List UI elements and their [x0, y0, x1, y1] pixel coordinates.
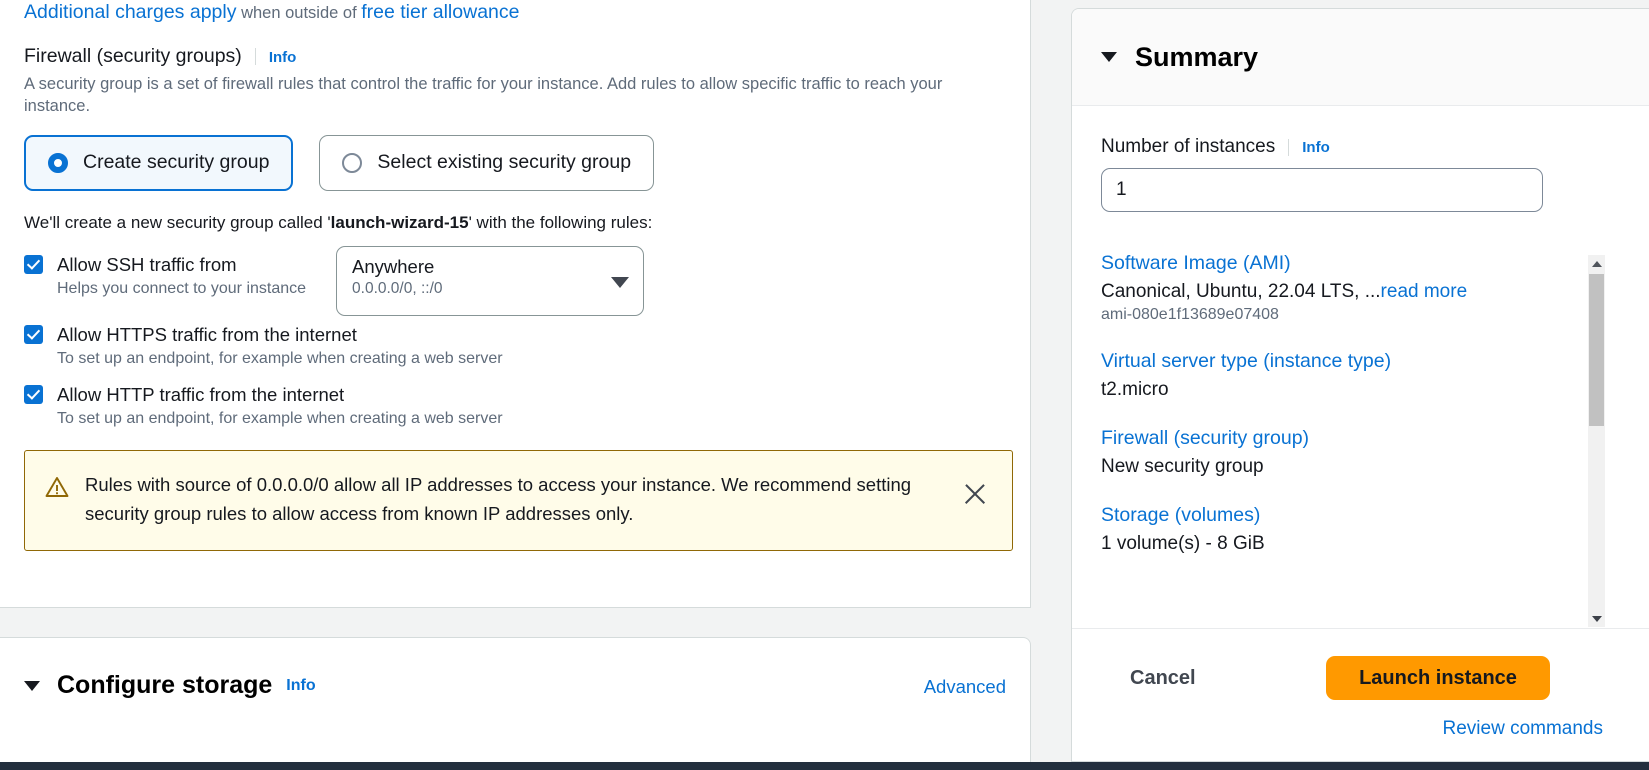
- free-tier-allowance-link[interactable]: free tier allowance: [361, 1, 519, 23]
- checkbox-allow-http[interactable]: [24, 385, 43, 405]
- summary-value-instance-type: t2.micro: [1101, 379, 1169, 400]
- firewall-description: A security group is a set of firewall ru…: [24, 75, 943, 115]
- note-suffix: ' with the following rules:: [468, 212, 653, 232]
- summary-value-software-image: Canonical, Ubuntu, 22.04 LTS, ...read mo…: [1101, 281, 1600, 303]
- rule-https-left: Allow HTTPS traffic from the internet To…: [24, 324, 503, 368]
- summary-title: Summary: [1135, 41, 1259, 72]
- bottom-bar: [0, 762, 1649, 770]
- summary-link-instance-type[interactable]: Virtual server type (instance type): [1101, 350, 1600, 373]
- radio-button-create-security-group[interactable]: [48, 152, 68, 173]
- number-of-instances-label-row: Number of instances Info: [1101, 136, 1620, 158]
- free-tier-notice: Additional charges apply when outside of…: [24, 1, 1006, 24]
- security-warning-alert: Rules with source of 0.0.0.0/0 allow all…: [24, 449, 1013, 552]
- rule-ssh-subtitle: Helps you connect to your instance: [57, 279, 307, 297]
- number-of-instances-input[interactable]: [1101, 168, 1543, 212]
- main-content-column: Additional charges apply when outside of…: [0, 0, 1031, 770]
- configure-storage-card: Configure storage Info Advanced: [0, 637, 1031, 770]
- summary-item-storage: Storage (volumes) 1 volume(s) - 8 GiB: [1101, 504, 1600, 555]
- summary-body: Number of instances Info: [1072, 106, 1649, 212]
- close-icon[interactable]: [962, 481, 988, 507]
- checkbox-allow-https[interactable]: [24, 325, 43, 345]
- number-of-instances-label: Number of instances: [1101, 136, 1276, 157]
- summary-value-storage: 1 volume(s) - 8 GiB: [1101, 533, 1265, 554]
- summary-panel: Summary Number of instances Info Softwar…: [1071, 8, 1649, 762]
- rule-http-subtitle: To set up an endpoint, for example when …: [57, 409, 503, 427]
- summary-ami-id: ami-080e1f13689e07408: [1101, 306, 1279, 323]
- summary-link-software-image[interactable]: Software Image (AMI): [1101, 252, 1600, 275]
- note-prefix: We'll create a new security group called…: [24, 212, 331, 232]
- summary-value-firewall: New security group: [1101, 456, 1264, 477]
- summary-details-list: Software Image (AMI) Canonical, Ubuntu, …: [1101, 252, 1600, 627]
- rule-http-checkbox-row[interactable]: Allow HTTP traffic from the internet: [24, 384, 503, 406]
- label-divider: [1288, 138, 1290, 156]
- configure-storage-info-link[interactable]: Info: [286, 677, 315, 695]
- firewall-card: Additional charges apply when outside of…: [0, 0, 1031, 608]
- rule-http-title: Allow HTTP traffic from the internet: [57, 383, 345, 405]
- cancel-button[interactable]: Cancel: [1130, 667, 1196, 690]
- rule-https-title: Allow HTTPS traffic from the internet: [57, 323, 357, 345]
- rule-https-checkbox-row[interactable]: Allow HTTPS traffic from the internet: [24, 324, 503, 346]
- rule-row-https: Allow HTTPS traffic from the internet To…: [24, 324, 1006, 368]
- rule-row-ssh: Allow SSH traffic from Helps you connect…: [24, 245, 1006, 316]
- radio-tile-select-existing-security-group[interactable]: Select existing security group: [319, 134, 655, 191]
- firewall-info-link[interactable]: Info: [269, 49, 297, 66]
- summary-item-instance-type: Virtual server type (instance type) t2.m…: [1101, 350, 1600, 401]
- radio-button-select-existing-security-group[interactable]: [342, 152, 363, 173]
- security-group-name: launch-wizard-15: [330, 212, 469, 232]
- rule-ssh-title: Allow SSH traffic from: [57, 253, 237, 275]
- chevron-down-icon[interactable]: [24, 680, 40, 691]
- security-group-mode-radio-group: Create security group Select existing se…: [24, 134, 1006, 191]
- additional-charges-link[interactable]: Additional charges apply: [24, 1, 236, 23]
- summary-header[interactable]: Summary: [1072, 9, 1649, 106]
- checkbox-allow-ssh[interactable]: [24, 255, 43, 275]
- rule-ssh-left: Allow SSH traffic from Helps you connect…: [24, 254, 306, 298]
- rule-row-http: Allow HTTP traffic from the internet To …: [24, 384, 1006, 428]
- security-warning-text: Rules with source of 0.0.0.0/0 allow all…: [85, 473, 912, 524]
- configure-storage-title: Configure storage: [57, 671, 273, 699]
- warning-triangle-icon: [45, 475, 69, 499]
- radio-tile-create-security-group[interactable]: Create security group: [24, 134, 294, 191]
- launch-instance-button[interactable]: Launch instance: [1326, 656, 1550, 700]
- ssh-source-select-value: Anywhere: [352, 255, 435, 277]
- summary-scrollbar[interactable]: [1588, 255, 1605, 627]
- ssh-source-select[interactable]: Anywhere 0.0.0.0/0, ::/0: [336, 245, 645, 316]
- review-commands-link[interactable]: Review commands: [1443, 718, 1604, 740]
- ssh-source-select-cidr: 0.0.0.0/0, ::/0: [352, 279, 443, 297]
- rule-http-left: Allow HTTP traffic from the internet To …: [24, 384, 503, 428]
- label-divider: [254, 48, 256, 65]
- summary-footer: Cancel Launch instance Review commands: [1072, 628, 1649, 761]
- ec2-launch-instance-page: Additional charges apply when outside of…: [0, 0, 1649, 770]
- radio-label-select-existing-security-group: Select existing security group: [377, 151, 632, 174]
- rule-ssh-checkbox-row[interactable]: Allow SSH traffic from: [24, 254, 306, 276]
- scroll-down-arrow-icon[interactable]: [1588, 610, 1605, 627]
- number-of-instances-info-link[interactable]: Info: [1302, 139, 1330, 156]
- scrollbar-thumb[interactable]: [1589, 274, 1604, 426]
- radio-label-create-security-group: Create security group: [83, 151, 270, 174]
- firewall-label: Firewall (security groups): [24, 45, 242, 67]
- scroll-up-arrow-icon[interactable]: [1588, 255, 1605, 272]
- read-more-link[interactable]: read more: [1381, 281, 1468, 302]
- chevron-down-icon: [611, 276, 630, 288]
- security-group-name-note: We'll create a new security group called…: [24, 213, 1006, 233]
- configure-storage-advanced-link[interactable]: Advanced: [924, 676, 1006, 698]
- summary-link-storage[interactable]: Storage (volumes): [1101, 504, 1600, 527]
- cancel-button-wrap: Cancel: [1130, 667, 1196, 690]
- summary-link-firewall[interactable]: Firewall (security group): [1101, 427, 1600, 450]
- firewall-label-row: Firewall (security groups) Info: [24, 45, 1006, 68]
- summary-item-ami: Software Image (AMI) Canonical, Ubuntu, …: [1101, 252, 1600, 324]
- configure-storage-header[interactable]: Configure storage Info Advanced: [0, 638, 1030, 700]
- ami-name: Canonical, Ubuntu, 22.04 LTS, ...: [1101, 281, 1381, 302]
- free-tier-notice-middle: when outside of: [236, 4, 362, 22]
- rule-https-subtitle: To set up an endpoint, for example when …: [57, 349, 503, 367]
- chevron-down-icon[interactable]: [1101, 52, 1117, 62]
- summary-item-firewall: Firewall (security group) New security g…: [1101, 427, 1600, 478]
